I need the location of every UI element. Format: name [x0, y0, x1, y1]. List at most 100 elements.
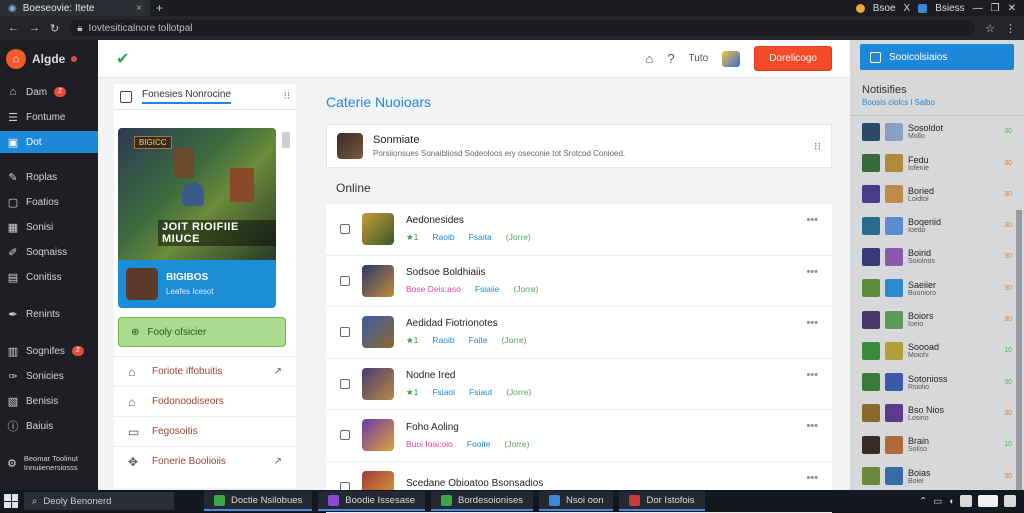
sidebar-item-0[interactable]: ⌂ Dam 2 [0, 81, 98, 103]
sidebar-item-3[interactable]: ✎ Roplas [0, 166, 98, 188]
row-checkbox[interactable] [340, 224, 350, 234]
back-icon[interactable]: ← [8, 22, 19, 34]
row-checkbox[interactable] [340, 430, 350, 440]
taskbar-app[interactable]: Doctie Nsilobues [204, 491, 312, 511]
list-item[interactable]: Sotonioss Rsiolio 30 [850, 370, 1024, 394]
row-options-icon[interactable]: ••• [806, 317, 818, 329]
help-icon[interactable]: ? [667, 51, 674, 66]
left-panel-header[interactable]: Fonesies Nonrocine ⁝⁝ [114, 84, 296, 110]
row-meta-type[interactable]: Fsiaut [469, 387, 492, 398]
taskbar-app[interactable]: Nsoi oon [539, 491, 614, 511]
sidebar-item-1[interactable]: ☰ Fontume [0, 106, 98, 128]
house-icon[interactable]: ⌂ [645, 51, 653, 66]
row-meta-mode[interactable]: Fooite [467, 439, 491, 449]
clock-block[interactable] [978, 495, 998, 507]
sidebar-item-12[interactable]: ⓘ Baiuis [0, 415, 98, 437]
list-item[interactable]: Sosoldot Mollo 30 [850, 120, 1024, 144]
taskbar-app[interactable]: Bordesoionises [431, 491, 533, 511]
sidebar-item-13[interactable]: ⚙ Beomar Toolinut Innuiienersiosss [0, 452, 98, 474]
game-card[interactable]: BIGICC JOIT RIOIFIIE MIUCE BIGIBOS Leafe… [118, 128, 276, 308]
list-item[interactable]: Brain Soliso 10 [850, 433, 1024, 457]
sidebar-item-4[interactable]: ▢ Foatios [0, 191, 98, 213]
row-name[interactable]: Sodsoe Boldhiaiis [406, 267, 538, 278]
table-row[interactable]: Aedidad Fiotrionotes ★1 Raoib Faite (Jor… [326, 307, 832, 359]
notification-icon[interactable] [1004, 495, 1016, 507]
row-name[interactable]: Aedidad Fiotrionotes [406, 318, 527, 329]
right-panel-scrollbar[interactable] [1016, 210, 1022, 490]
list-item[interactable]: Boiors Ioeio 30 [850, 308, 1024, 332]
row-checkbox[interactable] [340, 327, 350, 337]
table-row[interactable]: Foho Aoling Buoi Ioai:oio Fooite (Jorre)… [326, 410, 832, 462]
right-panel-button[interactable]: Sooicolsiaios [860, 44, 1014, 70]
list-item[interactable]: Boqeriid Ioedo 30 [850, 214, 1024, 238]
minimize-icon[interactable]: — [973, 3, 983, 14]
profile-icon[interactable] [856, 4, 865, 13]
row-checkbox[interactable] [340, 379, 350, 389]
table-row[interactable]: Nodne Ired ★1 Fsiaol Fsiaut (Jorre) ••• [326, 359, 832, 411]
tab-close-icon[interactable]: × [136, 3, 142, 14]
taskbar-search[interactable]: ⌕ Deoly Benonerd [24, 492, 174, 510]
sidebar-item-9[interactable]: ▥ Sognifes 2 [0, 340, 98, 362]
chevron-up-icon[interactable]: ⌃ [919, 496, 927, 507]
left-panel-scrollbar[interactable] [282, 132, 290, 148]
table-row[interactable]: Sodsoe Boldhiaiis Bose Deis:aso Fsiaiie … [326, 256, 832, 308]
row-checkbox[interactable] [340, 276, 350, 286]
row-name[interactable]: Foho Aoling [406, 422, 529, 433]
bookmark-star-icon[interactable]: ☆ [985, 22, 995, 35]
new-tab-button[interactable]: + [156, 1, 163, 15]
forward-icon[interactable]: → [29, 22, 40, 34]
browser-tab[interactable]: ◉ Boeseovie: Itete × [0, 0, 150, 16]
left-panel-item[interactable]: ⌂ Fodonoodiseors [114, 386, 296, 416]
keyboard-icon[interactable]: ▭ [933, 496, 942, 507]
url-field[interactable]: 🔒︎ Iovtesiticalnore tollotpal [69, 20, 975, 36]
volume-icon[interactable]: ◖ [948, 496, 954, 507]
panel-toggle-icon[interactable] [120, 91, 132, 103]
list-item[interactable]: Soooad Moiohi 10 [850, 339, 1024, 363]
browser-menu-icon[interactable]: ⋮ [1005, 22, 1016, 35]
list-item[interactable]: Bso Nios Losirio 30 [850, 402, 1024, 426]
maximize-icon[interactable]: ❐ [991, 3, 1000, 14]
sidebar-item-10[interactable]: ✑ Sonicies [0, 365, 98, 387]
row-options-icon[interactable]: ••• [806, 472, 818, 484]
list-item[interactable]: Fedu Iofenie 30 [850, 151, 1024, 175]
left-panel-title[interactable]: Fonesies Nonrocine [142, 89, 231, 104]
list-item[interactable]: Saeiier Buonioro 30 [850, 276, 1024, 300]
sidebar-item-2[interactable]: ▣ Dot [0, 131, 98, 153]
arrow-icon[interactable]: ↗ [274, 456, 282, 467]
left-panel-item[interactable]: ⌂ Foriote iffobuitis ↗ [114, 356, 296, 386]
titlebar-label-3[interactable]: Bsiess [935, 3, 964, 14]
windows-start-icon[interactable] [4, 494, 18, 508]
row-name[interactable]: Nodne Ired [406, 370, 531, 381]
sidebar-item-6[interactable]: ✐ Soqnaiss [0, 241, 98, 263]
network-icon[interactable] [960, 495, 972, 507]
list-item[interactable]: Boias Boiei 30 [850, 464, 1024, 488]
row-options-icon[interactable]: ••• [806, 420, 818, 432]
check-icon[interactable]: ✔ [116, 49, 129, 69]
mascot-icon[interactable] [722, 51, 740, 67]
green-action-button[interactable]: ⊕ Fooly ofsicier [118, 317, 286, 347]
sidebar-item-5[interactable]: ▦ Sonisi [0, 216, 98, 238]
row-meta-type[interactable]: Fsaita [469, 232, 492, 243]
header-label[interactable]: Tuto [689, 53, 709, 64]
row-name[interactable]: Aedonesides [406, 215, 531, 226]
featured-options-icon[interactable]: ⁝⁝ [814, 140, 821, 153]
notifications-subtitle[interactable]: Boosis clolcs l Salbo [862, 98, 1012, 107]
sidebar-item-11[interactable]: ▧ Benisis [0, 390, 98, 412]
sidebar-item-8[interactable]: ✒ Renints [0, 303, 98, 325]
header-cta-button[interactable]: Dorelicogo [754, 46, 832, 71]
row-meta-mode[interactable]: Raoib [432, 232, 454, 243]
left-panel-item[interactable]: ▭ Fegosoitis [114, 416, 296, 446]
titlebar-label-2[interactable]: X [904, 3, 911, 14]
titlebar-label-1[interactable]: Bsoe [873, 3, 896, 14]
reload-icon[interactable]: ↻ [50, 22, 59, 35]
row-options-icon[interactable]: ••• [806, 266, 818, 278]
brand[interactable]: ⌂ Algde [0, 40, 98, 78]
row-meta-mode[interactable]: Fsiaol [432, 387, 455, 398]
close-window-icon[interactable]: ✕ [1008, 3, 1016, 14]
extension-icon[interactable] [918, 4, 927, 13]
taskbar-app[interactable]: Dor Istofois [619, 491, 704, 511]
arrow-icon[interactable]: ↗ [274, 366, 282, 377]
list-item[interactable]: Boried Loidtoi 30 [850, 183, 1024, 207]
panel-options-icon[interactable]: ⁝⁝ [284, 91, 290, 102]
left-panel-item[interactable]: ✥ Fonerie Boolioiis ↗ [114, 446, 296, 476]
